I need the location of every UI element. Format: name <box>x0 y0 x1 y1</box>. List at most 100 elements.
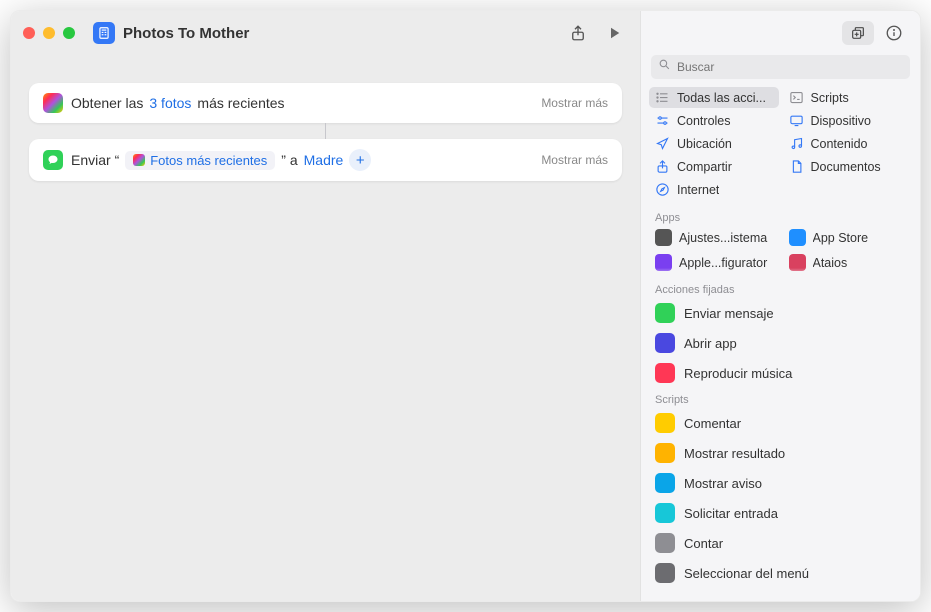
library-toggle-button[interactable] <box>842 21 874 45</box>
location-icon <box>655 136 670 151</box>
action-list-item[interactable]: Contar <box>649 528 912 558</box>
share-button[interactable] <box>564 20 592 46</box>
share-icon <box>655 159 670 174</box>
app-label: Ajustes...istema <box>679 231 773 245</box>
action-label: Enviar mensaje <box>684 306 774 321</box>
action-icon <box>655 563 675 583</box>
app-item[interactable]: Apple...figurator <box>649 251 779 274</box>
pinned-section-label: Acciones fijadas <box>641 278 920 298</box>
search-container <box>641 55 920 87</box>
category-item[interactable]: Compartir <box>649 156 779 177</box>
action-icon <box>655 533 675 553</box>
photos-variable-icon <box>133 154 145 166</box>
scripts-section-label: Scripts <box>641 388 920 408</box>
close-button[interactable] <box>23 27 35 39</box>
category-label: Dispositivo <box>811 114 871 128</box>
run-button[interactable] <box>600 20 628 46</box>
category-item[interactable]: Internet <box>649 179 779 200</box>
category-label: Scripts <box>811 91 849 105</box>
apps-grid: Ajustes...istema App Store Apple...figurat… <box>641 226 920 278</box>
variable-name: Fotos más recientes <box>150 153 267 168</box>
action-icon <box>655 443 675 463</box>
editor-pane: Photos To Mother Obtener las 3 fotos más… <box>11 11 640 601</box>
action-list-item[interactable]: Seleccionar del menú <box>649 558 912 588</box>
action-list-item[interactable]: Reproducir música <box>649 358 912 388</box>
app-icon <box>655 254 672 271</box>
action-get-photos[interactable]: Obtener las 3 fotos más recientes Mostra… <box>29 83 622 123</box>
category-label: Compartir <box>677 160 732 174</box>
category-label: Todas las acci... <box>677 91 766 105</box>
action-icon <box>655 333 675 353</box>
action-label: Mostrar resultado <box>684 446 785 461</box>
show-more-button[interactable]: Mostrar más <box>541 153 608 167</box>
title-bar: Photos To Mother <box>11 11 640 55</box>
shortcut-icon <box>93 22 115 44</box>
messages-icon <box>43 150 63 170</box>
photo-count-token[interactable]: 3 fotos <box>149 95 191 111</box>
music-icon <box>789 136 804 151</box>
photos-icon <box>43 93 63 113</box>
display-icon <box>789 113 804 128</box>
category-label: Controles <box>677 114 731 128</box>
category-label: Ubicación <box>677 137 732 151</box>
category-label: Internet <box>677 183 719 197</box>
app-label: App Store <box>813 231 907 245</box>
search-icon <box>658 58 671 76</box>
action-label: Contar <box>684 536 723 551</box>
minimize-button[interactable] <box>43 27 55 39</box>
action-label: Comentar <box>684 416 741 431</box>
app-item[interactable]: Ataios <box>783 251 913 274</box>
category-item[interactable]: Ubicación <box>649 133 779 154</box>
category-item[interactable]: Controles <box>649 110 779 131</box>
category-item[interactable]: Documentos <box>783 156 913 177</box>
search-input[interactable] <box>651 55 910 79</box>
action-send-message[interactable]: Enviar “ Fotos más recientes ” a Madre +… <box>29 139 622 181</box>
action-icon <box>655 413 675 433</box>
show-more-button[interactable]: Mostrar más <box>541 96 608 110</box>
action-text: más recientes <box>197 95 284 111</box>
category-item[interactable]: Todas las acci... <box>649 87 779 108</box>
variable-token[interactable]: Fotos más recientes <box>125 151 275 170</box>
app-icon <box>789 254 806 271</box>
action-label: Solicitar entrada <box>684 506 778 521</box>
action-list-item[interactable]: Mostrar aviso <box>649 468 912 498</box>
scripts-list: Comentar Mostrar resultado Mostrar aviso So… <box>641 408 920 588</box>
doc-icon <box>789 159 804 174</box>
action-icon <box>655 503 675 523</box>
terminal-icon <box>789 90 804 105</box>
action-list-item[interactable]: Abrir app <box>649 328 912 358</box>
category-item[interactable]: Scripts <box>783 87 913 108</box>
app-window: Photos To Mother Obtener las 3 fotos más… <box>10 10 921 602</box>
action-icon <box>655 363 675 383</box>
category-label: Documentos <box>811 160 881 174</box>
app-icon <box>655 229 672 246</box>
action-icon <box>655 303 675 323</box>
add-recipient-button[interactable]: + <box>349 149 371 171</box>
sliders-icon <box>655 113 670 128</box>
pinned-list: Enviar mensaje Abrir app Reproducir música <box>641 298 920 388</box>
app-item[interactable]: App Store <box>783 226 913 249</box>
maximize-button[interactable] <box>63 27 75 39</box>
info-button[interactable] <box>880 20 908 46</box>
category-grid: Todas las acci... Scripts Controles Disposi… <box>641 87 920 206</box>
action-text: ” a <box>281 152 297 168</box>
action-list-item[interactable]: Solicitar entrada <box>649 498 912 528</box>
action-text: Enviar “ <box>71 152 119 168</box>
category-item[interactable]: Dispositivo <box>783 110 913 131</box>
workflow-canvas[interactable]: Obtener las 3 fotos más recientes Mostra… <box>11 55 640 601</box>
action-list-item[interactable]: Mostrar resultado <box>649 438 912 468</box>
library-scroll: Todas las acci... Scripts Controles Disposi… <box>641 87 920 601</box>
action-label: Mostrar aviso <box>684 476 762 491</box>
action-list-item[interactable]: Enviar mensaje <box>649 298 912 328</box>
app-label: Ataios <box>813 256 907 270</box>
category-item[interactable]: Contenido <box>783 133 913 154</box>
safari-icon <box>655 182 670 197</box>
action-list-item[interactable]: Comentar <box>649 408 912 438</box>
library-toolbar <box>641 11 920 55</box>
action-label: Reproducir música <box>684 366 792 381</box>
traffic-lights <box>23 27 75 39</box>
recipient-token[interactable]: Madre <box>304 152 344 168</box>
action-connector <box>325 123 326 139</box>
app-item[interactable]: Ajustes...istema <box>649 226 779 249</box>
action-label: Abrir app <box>684 336 737 351</box>
